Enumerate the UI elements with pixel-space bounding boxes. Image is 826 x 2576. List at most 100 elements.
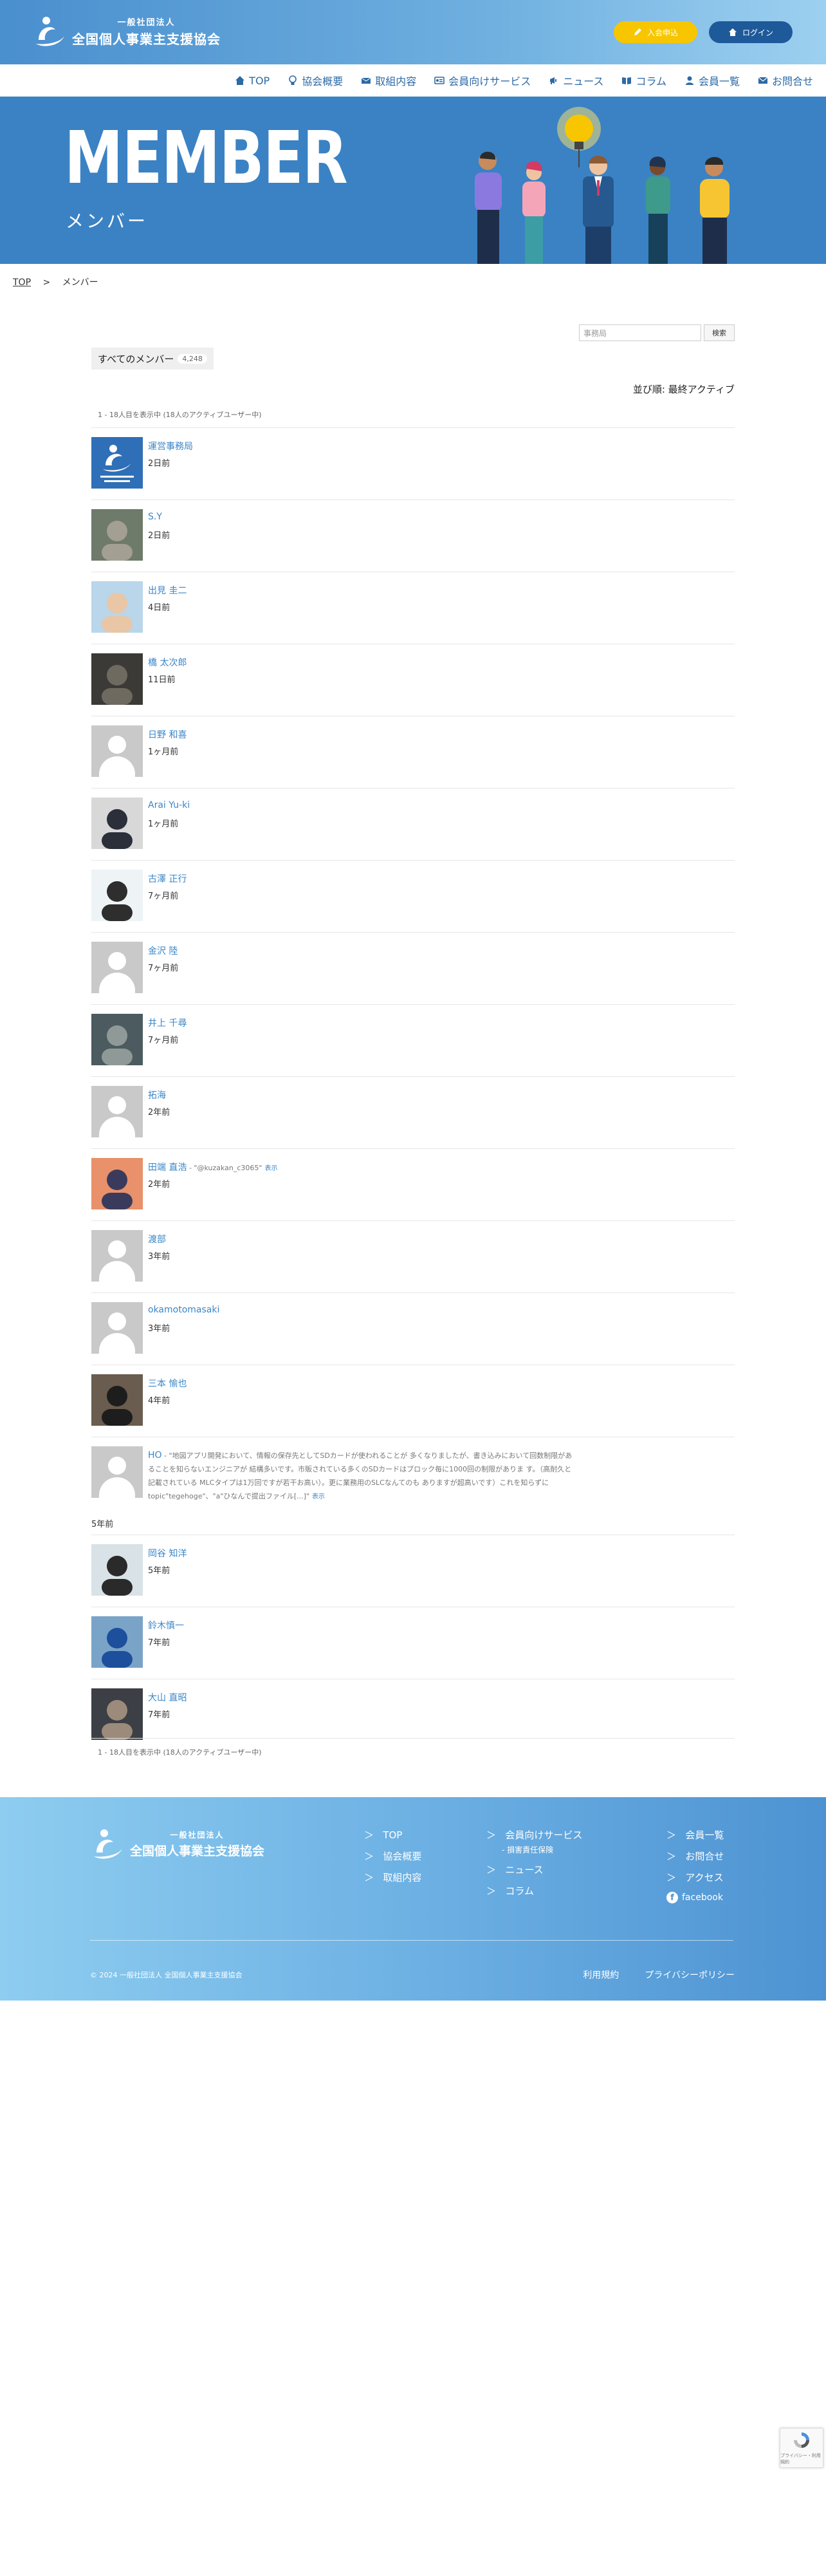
footer-link-activities[interactable]: ＞ 取組内容 <box>364 1871 421 1884</box>
footer-link-top[interactable]: ＞ TOP <box>364 1828 421 1842</box>
member-name[interactable]: 大山 直昭 <box>148 1691 187 1704</box>
member-last-active: 3年前 <box>148 1252 170 1262</box>
member-name[interactable]: 田端 直浩 - "@kuzakan_c3065" 表示 <box>148 1161 277 1173</box>
member-name[interactable]: Arai Yu-ki <box>148 800 190 810</box>
footer-divider <box>90 1940 733 1941</box>
member-avatar[interactable] <box>91 1688 143 1740</box>
tab-all-members[interactable]: すべてのメンバー 4,248 <box>91 348 214 369</box>
breadcrumb-current: メンバー <box>62 277 98 288</box>
member-row: 三本 愉也 4年前 <box>91 1365 735 1437</box>
logo-mark-icon <box>36 17 64 46</box>
member-search-input[interactable]: 事務局 <box>579 324 701 341</box>
member-last-active: 3年前 <box>148 1324 170 1334</box>
member-avatar[interactable] <box>91 437 143 489</box>
envelope-icon <box>758 77 768 84</box>
pagination-count-top: 1 - 18人目を表示中 (18人のアクティブユーザー中) <box>98 411 262 419</box>
login-label: ログイン <box>742 28 773 37</box>
member-last-active: 2年前 <box>148 1108 170 1117</box>
member-avatar[interactable] <box>91 798 143 849</box>
breadcrumb-separator: > <box>42 277 51 288</box>
footer-link-insurance[interactable]: - 損害責任保険 <box>502 1844 582 1855</box>
footer-link-column[interactable]: ＞ コラム <box>486 1884 582 1898</box>
member-name[interactable]: 日野 和喜 <box>148 728 187 741</box>
member-name[interactable]: 金沢 陸 <box>148 944 178 957</box>
member-avatar[interactable] <box>91 1086 143 1137</box>
nav-item-services[interactable]: 会員向けサービス <box>434 73 531 88</box>
member-name[interactable]: 運営事務局 <box>148 440 193 453</box>
member-name[interactable]: 古澤 正行 <box>148 872 187 885</box>
member-name[interactable]: 鈴木慎一 <box>148 1619 184 1632</box>
member-row: 日野 和喜 1ヶ月前 <box>91 716 735 788</box>
hero-banner: MEMBER メンバー <box>0 97 826 264</box>
member-name[interactable]: S.Y <box>148 512 162 522</box>
nav-item-news[interactable]: ニュース <box>549 73 603 88</box>
copyright: © 2024 一般社団法人 全国個人事業主支援協会 <box>90 1971 243 1979</box>
member-avatar[interactable] <box>91 1230 143 1282</box>
footer-link-about[interactable]: ＞ 協会概要 <box>364 1849 421 1863</box>
member-avatar[interactable] <box>91 1616 143 1668</box>
recaptcha-badge[interactable]: プライバシー・利用規約 <box>780 2428 823 2468</box>
member-avatar[interactable] <box>91 581 143 633</box>
member-row: 渡部 3年前 <box>91 1220 735 1293</box>
member-last-active: 2日前 <box>148 531 170 541</box>
terms-link[interactable]: 利用規約 <box>583 1968 619 1981</box>
nav-label: ニュース <box>563 75 604 88</box>
member-avatar[interactable] <box>91 653 143 705</box>
privacy-link[interactable]: プライバシーポリシー <box>645 1968 735 1981</box>
member-name[interactable]: 拓海 <box>148 1088 166 1101</box>
member-avatar[interactable] <box>91 509 143 561</box>
member-name[interactable]: 井上 千尋 <box>148 1016 187 1029</box>
breadcrumb-home[interactable]: TOP <box>13 277 31 288</box>
nav-item-contact[interactable]: お問合せ <box>758 73 813 88</box>
member-avatar[interactable] <box>91 1374 143 1426</box>
member-last-active: 2日前 <box>148 459 170 469</box>
footer: 一般社団法人 全国個人事業主支援協会 ＞ TOP ＞ 協会概要 ＞ 取組内容 ＞… <box>0 1797 826 2001</box>
member-name[interactable]: okamotomasaki <box>148 1305 219 1315</box>
footer-link-contact[interactable]: ＞ お問合せ <box>666 1849 724 1863</box>
nav-item-top[interactable]: TOP <box>235 75 270 87</box>
member-avatar[interactable] <box>91 1544 143 1596</box>
member-name[interactable]: 渡部 <box>148 1233 166 1246</box>
nav-label: 会員一覧 <box>698 75 740 88</box>
hero-subtitle: メンバー <box>66 210 149 232</box>
member-avatar[interactable] <box>91 870 143 921</box>
member-avatar[interactable] <box>91 1446 143 1498</box>
member-avatar[interactable] <box>91 725 143 777</box>
nav-item-members[interactable]: 会員一覧 <box>684 73 740 88</box>
login-button[interactable]: ログイン <box>709 21 793 43</box>
member-row: 出見 圭二 4日前 <box>91 572 735 644</box>
member-last-active: 7ヶ月前 <box>148 1036 179 1045</box>
footer-link-members[interactable]: ＞ 会員一覧 <box>666 1828 724 1842</box>
member-avatar[interactable] <box>91 1014 143 1065</box>
status-view-link[interactable]: 表示 <box>264 1165 277 1172</box>
site-logo[interactable]: 一般社団法人 全国個人事業主支援協会 <box>32 14 221 49</box>
member-last-active: 5年前 <box>91 1520 114 1529</box>
footer-logo[interactable]: 一般社団法人 全国個人事業主支援協会 <box>90 1827 264 1862</box>
member-name[interactable]: 橋 太次郎 <box>148 656 187 669</box>
member-last-active: 7年前 <box>148 1638 170 1648</box>
footer-link-access[interactable]: ＞ アクセス <box>666 1871 724 1884</box>
member-name[interactable]: 出見 圭二 <box>148 584 187 597</box>
person-icon <box>685 76 693 85</box>
nav-item-about[interactable]: 協会概要 <box>288 73 343 88</box>
member-row: 拓海 2年前 <box>91 1076 735 1148</box>
footer-link-facebook[interactable]: f facebook <box>666 1892 724 1903</box>
member-avatar[interactable] <box>91 942 143 993</box>
mail-icon <box>361 77 371 84</box>
search-button[interactable]: 検索 <box>704 324 735 341</box>
nav-item-column[interactable]: コラム <box>621 73 666 88</box>
member-name[interactable]: HO - "地図アプリ開発において、情報の保存先としてSDカードが使われることが… <box>148 1449 573 1504</box>
status-view-link[interactable]: 表示 <box>312 1493 325 1500</box>
footer-link-services[interactable]: ＞ 会員向けサービス <box>486 1828 582 1842</box>
join-button[interactable]: 入会申込 <box>614 21 697 43</box>
footer-link-news[interactable]: ＞ ニュース <box>486 1863 582 1876</box>
member-last-active: 1ヶ月前 <box>148 747 179 757</box>
nav-item-activities[interactable]: 取組内容 <box>361 73 416 88</box>
member-name[interactable]: 三本 愉也 <box>148 1377 187 1390</box>
member-status: - "地図アプリ開発において、情報の保存先としてSDカードが使われることが 多く… <box>148 1451 573 1500</box>
member-avatar[interactable] <box>91 1158 143 1209</box>
member-row: 金沢 陸 7ヶ月前 <box>91 932 735 1004</box>
member-name[interactable]: 岡谷 知洋 <box>148 1547 187 1560</box>
sort-select[interactable]: 並び順: 最終アクティブ <box>633 382 735 396</box>
member-avatar[interactable] <box>91 1302 143 1354</box>
